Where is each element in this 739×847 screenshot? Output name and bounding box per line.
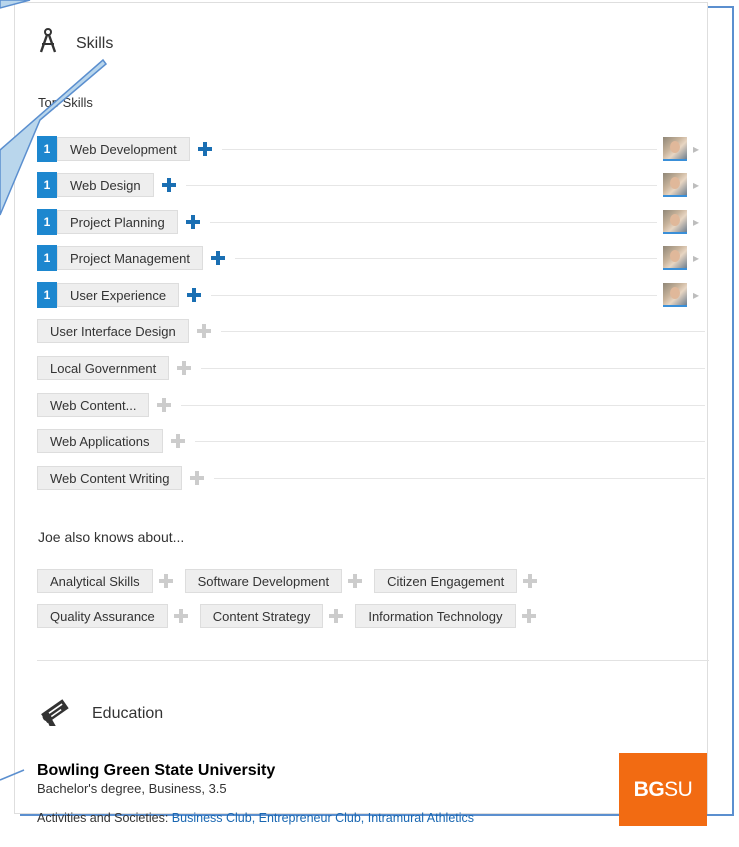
skill-pill[interactable]: User Experience xyxy=(57,283,180,307)
avatar[interactable] xyxy=(663,210,687,234)
skill-pill[interactable]: Web Content Writing xyxy=(37,466,183,490)
plus-icon[interactable] xyxy=(346,572,364,590)
endorsement-line xyxy=(211,294,657,296)
activities-links[interactable]: Business Club, Entrepreneur Club, Intram… xyxy=(172,811,474,825)
skill-row: User Interface Design xyxy=(37,318,705,344)
endorsement-count[interactable]: 1 xyxy=(37,209,57,235)
chevron-right-icon[interactable]: ▸ xyxy=(693,251,705,265)
logo-light-text: SU xyxy=(664,777,693,801)
activities-label: Activities and Societies: xyxy=(37,811,169,825)
skill-row: 1 Project Planning ▸ xyxy=(37,209,705,235)
plus-icon[interactable] xyxy=(185,286,203,304)
endorsement-line xyxy=(234,257,657,259)
also-skill-item: Quality Assurance xyxy=(37,604,190,628)
chevron-right-icon[interactable]: ▸ xyxy=(693,288,705,302)
skill-pill[interactable]: Local Government xyxy=(37,356,170,380)
also-skill-item: Content Strategy xyxy=(199,604,346,628)
avatar[interactable] xyxy=(663,283,687,307)
plus-icon[interactable] xyxy=(157,572,175,590)
plus-icon[interactable] xyxy=(195,322,213,340)
skill-row: Web Content Writing xyxy=(37,465,705,491)
chevron-right-icon[interactable]: ▸ xyxy=(693,215,705,229)
plus-icon[interactable] xyxy=(521,572,539,590)
avatar[interactable] xyxy=(663,173,687,197)
logo-bold-text: BG xyxy=(633,777,665,801)
plus-icon[interactable] xyxy=(196,140,214,158)
plus-icon[interactable] xyxy=(327,607,345,625)
skill-pill[interactable]: Project Management xyxy=(57,246,203,270)
plus-icon[interactable] xyxy=(184,213,202,231)
plus-icon[interactable] xyxy=(188,469,206,487)
endorsement-line xyxy=(194,440,705,442)
skill-pill[interactable]: Web Applications xyxy=(37,429,163,453)
skill-pill[interactable]: Web Content... xyxy=(37,393,150,417)
education-title: Education xyxy=(92,704,164,722)
endorsement-line xyxy=(214,477,705,479)
endorsement-count[interactable]: 1 xyxy=(37,245,57,271)
skill-pill[interactable]: User Interface Design xyxy=(37,319,189,343)
plus-icon[interactable] xyxy=(172,607,190,625)
education-header: Education xyxy=(38,696,164,732)
endorsement-count[interactable]: 1 xyxy=(37,172,57,198)
diploma-icon xyxy=(38,696,74,732)
school-logo[interactable]: BG SU xyxy=(619,753,707,826)
skill-row: 1 Web Development ▸ xyxy=(37,136,705,162)
plus-icon[interactable] xyxy=(155,396,173,414)
skills-title: Skills xyxy=(76,34,114,52)
endorsement-count[interactable]: 1 xyxy=(37,282,57,308)
also-skill-item: Software Development xyxy=(184,569,365,593)
avatar[interactable] xyxy=(663,246,687,270)
plus-icon[interactable] xyxy=(520,607,538,625)
skill-row: Web Applications xyxy=(37,428,705,454)
endorsement-line xyxy=(209,221,657,223)
plus-icon[interactable] xyxy=(209,249,227,267)
plus-icon[interactable] xyxy=(169,432,187,450)
top-skills-label: Top Skills xyxy=(38,95,93,110)
school-name[interactable]: Bowling Green State University xyxy=(37,762,275,780)
endorsement-line xyxy=(201,367,705,369)
skill-pill[interactable]: Web Development xyxy=(57,137,190,161)
skill-pill[interactable]: Quality Assurance xyxy=(37,604,168,628)
skill-pill[interactable]: Web Design xyxy=(57,173,154,197)
activities: Activities and Societies: Business Club,… xyxy=(37,811,474,825)
chevron-right-icon[interactable]: ▸ xyxy=(693,142,705,156)
endorsement-line xyxy=(181,404,705,406)
skill-pill[interactable]: Analytical Skills xyxy=(37,569,153,593)
endorsement-line xyxy=(221,148,657,150)
skill-row: 1 Project Management ▸ xyxy=(37,245,705,271)
also-knows-row: Quality Assurance Content Strategy Informa… xyxy=(37,604,548,628)
also-knows-row: Analytical Skills Software Development Cit… xyxy=(37,569,549,593)
skill-pill[interactable]: Software Development xyxy=(184,569,343,593)
endorsement-line xyxy=(220,330,705,332)
plus-icon[interactable] xyxy=(160,176,178,194)
endorsement-count[interactable]: 1 xyxy=(37,136,57,162)
skill-row: 1 Web Design ▸ xyxy=(37,172,705,198)
section-divider xyxy=(37,660,709,661)
skill-row: 1 User Experience ▸ xyxy=(37,282,705,308)
also-skill-item: Citizen Engagement xyxy=(374,569,539,593)
degree-text: Bachelor's degree, Business, 3.5 xyxy=(37,781,227,796)
skill-pill[interactable]: Information Technology xyxy=(355,604,516,628)
avatar[interactable] xyxy=(663,137,687,161)
skill-pill[interactable]: Project Planning xyxy=(57,210,178,234)
plus-icon[interactable] xyxy=(175,359,193,377)
skill-pill[interactable]: Content Strategy xyxy=(199,604,324,628)
compass-icon xyxy=(38,28,58,59)
skill-row: Local Government xyxy=(37,355,705,381)
skill-pill[interactable]: Citizen Engagement xyxy=(374,569,518,593)
also-skill-item: Information Technology xyxy=(355,604,537,628)
also-knows-label: Joe also knows about... xyxy=(38,529,185,545)
chevron-right-icon[interactable]: ▸ xyxy=(693,178,705,192)
also-skill-item: Analytical Skills xyxy=(37,569,175,593)
skill-row: Web Content... xyxy=(37,392,705,418)
endorsement-line xyxy=(185,184,657,186)
skills-header: Skills xyxy=(38,28,113,59)
